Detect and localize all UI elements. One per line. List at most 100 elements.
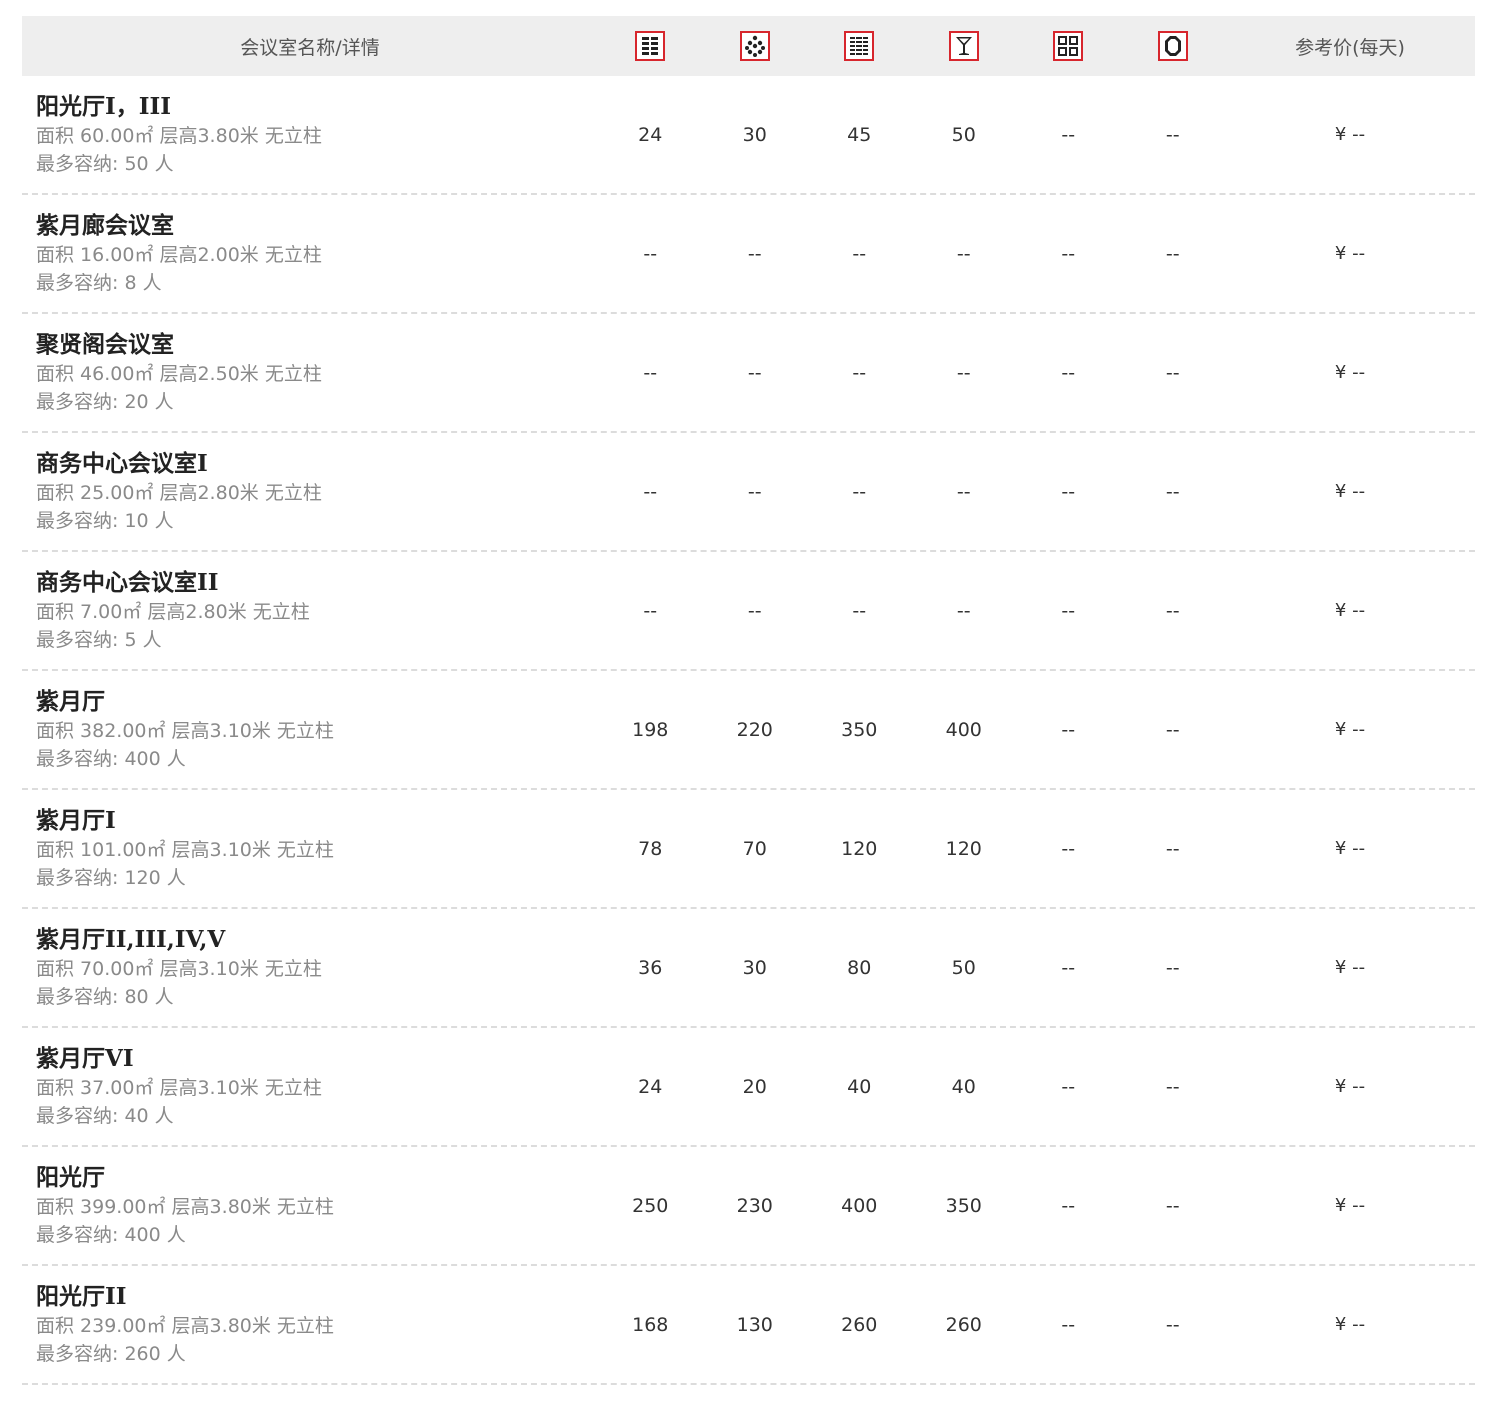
room-capacity: 最多容纳: 120 人	[36, 866, 186, 889]
classroom-capacity: 120	[841, 837, 878, 860]
board-capacity: --	[1061, 361, 1076, 384]
table-row: 紫月厅II,III,IV,V 面积 70.00㎡ 层高3.10米 无立柱 最多容…	[22, 909, 1475, 1028]
room-name[interactable]: 紫月厅II,III,IV,V	[36, 925, 598, 955]
room-info: 商务中心会议室II 面积 7.00㎡ 层高2.80米 无立柱 最多容纳: 5 人	[22, 568, 598, 654]
reference-price: ¥ --	[1334, 124, 1366, 145]
banquet-capacity: 230	[736, 1194, 773, 1217]
room-name[interactable]: 商务中心会议室II	[36, 568, 598, 598]
header-price-label: 参考价(每天)	[1295, 36, 1405, 59]
table-row: 阳光厅II 面积 239.00㎡ 层高3.80米 无立柱 最多容纳: 260 人…	[22, 1266, 1475, 1385]
table-row: 聚贤阁会议室 面积 46.00㎡ 层高2.50米 无立柱 最多容纳: 20 人 …	[22, 314, 1475, 433]
room-info: 阳光厅I，III 面积 60.00㎡ 层高3.80米 无立柱 最多容纳: 50 …	[22, 92, 598, 178]
banquet-capacity: 30	[742, 123, 767, 146]
room-detail: 面积 25.00㎡ 层高2.80米 无立柱	[36, 481, 322, 504]
room-name[interactable]: 聚贤阁会议室	[36, 330, 598, 360]
table-row: 紫月廊会议室 面积 16.00㎡ 层高2.00米 无立柱 最多容纳: 8 人 -…	[22, 195, 1475, 314]
classroom-capacity: 260	[841, 1313, 878, 1336]
header-col-classroom	[807, 31, 912, 61]
header-col-u-shape	[1121, 31, 1226, 61]
classroom-capacity: --	[852, 361, 867, 384]
u-shape-capacity: --	[1165, 599, 1180, 622]
theater-capacity: --	[643, 361, 658, 384]
reference-price: ¥ --	[1334, 719, 1366, 740]
classroom-capacity: --	[852, 480, 867, 503]
u-shape-capacity: --	[1165, 123, 1180, 146]
cocktail-capacity: --	[956, 480, 971, 503]
theater-capacity: --	[643, 242, 658, 265]
classroom-capacity: 40	[847, 1075, 872, 1098]
cocktail-capacity: 120	[945, 837, 982, 860]
room-name[interactable]: 紫月厅I	[36, 806, 598, 836]
cocktail-capacity: 400	[945, 718, 982, 741]
cocktail-capacity: 350	[945, 1194, 982, 1217]
room-detail: 面积 70.00㎡ 层高3.10米 无立柱	[36, 957, 322, 980]
banquet-capacity: --	[747, 480, 762, 503]
reference-price: ¥ --	[1334, 1076, 1366, 1097]
header-col-theater	[598, 31, 703, 61]
classroom-capacity: 400	[841, 1194, 878, 1217]
u-shape-capacity: --	[1165, 361, 1180, 384]
room-name[interactable]: 阳光厅	[36, 1163, 598, 1193]
room-detail: 面积 37.00㎡ 层高3.10米 无立柱	[36, 1076, 322, 1099]
table-row: 商务中心会议室II 面积 7.00㎡ 层高2.80米 无立柱 最多容纳: 5 人…	[22, 552, 1475, 671]
room-detail: 面积 7.00㎡ 层高2.80米 无立柱	[36, 600, 310, 623]
cocktail-capacity: 50	[951, 956, 976, 979]
header-name-label: 会议室名称/详情	[240, 36, 380, 59]
theater-capacity: 24	[638, 123, 663, 146]
room-name[interactable]: 商务中心会议室I	[36, 449, 598, 479]
u-shape-capacity: --	[1165, 1075, 1180, 1098]
board-capacity: --	[1061, 1075, 1076, 1098]
room-info: 紫月厅I 面积 101.00㎡ 层高3.10米 无立柱 最多容纳: 120 人	[22, 806, 598, 892]
reference-price: ¥ --	[1334, 243, 1366, 264]
table-row: 阳光厅 面积 399.00㎡ 层高3.80米 无立柱 最多容纳: 400 人 2…	[22, 1147, 1475, 1266]
room-name[interactable]: 紫月廊会议室	[36, 211, 598, 241]
room-capacity: 最多容纳: 400 人	[36, 1223, 186, 1246]
room-capacity: 最多容纳: 260 人	[36, 1342, 186, 1365]
u-shape-capacity: --	[1165, 1313, 1180, 1336]
table-body: 阳光厅I，III 面积 60.00㎡ 层高3.80米 无立柱 最多容纳: 50 …	[22, 76, 1475, 1385]
table-row: 紫月厅 面积 382.00㎡ 层高3.10米 无立柱 最多容纳: 400 人 1…	[22, 671, 1475, 790]
reference-price: ¥ --	[1334, 481, 1366, 502]
board-capacity: --	[1061, 242, 1076, 265]
banquet-capacity: --	[747, 361, 762, 384]
theater-capacity: 250	[632, 1194, 669, 1217]
table-row: 紫月厅I 面积 101.00㎡ 层高3.10米 无立柱 最多容纳: 120 人 …	[22, 790, 1475, 909]
header-col-banquet	[703, 31, 808, 61]
room-detail: 面积 382.00㎡ 层高3.10米 无立柱	[36, 719, 334, 742]
classroom-capacity: 350	[841, 718, 878, 741]
theater-capacity: --	[643, 599, 658, 622]
room-capacity: 最多容纳: 50 人	[36, 152, 174, 175]
room-name[interactable]: 阳光厅I，III	[36, 92, 598, 122]
room-capacity: 最多容纳: 20 人	[36, 390, 174, 413]
room-info: 紫月廊会议室 面积 16.00㎡ 层高2.00米 无立柱 最多容纳: 8 人	[22, 211, 598, 297]
table-header: 会议室名称/详情 参考价(每天)	[22, 16, 1475, 76]
banquet-capacity: 20	[742, 1075, 767, 1098]
theater-capacity: 24	[638, 1075, 663, 1098]
reference-price: ¥ --	[1334, 1314, 1366, 1335]
room-capacity: 最多容纳: 8 人	[36, 271, 162, 294]
banquet-capacity: 70	[742, 837, 767, 860]
cocktail-layout-icon	[948, 31, 979, 61]
reference-price: ¥ --	[1334, 838, 1366, 859]
banquet-capacity: 130	[736, 1313, 773, 1336]
room-name[interactable]: 阳光厅II	[36, 1282, 598, 1312]
classroom-layout-icon	[844, 31, 875, 61]
theater-capacity: 168	[632, 1313, 669, 1336]
theater-layout-icon	[635, 31, 666, 61]
table-row: 阳光厅I，III 面积 60.00㎡ 层高3.80米 无立柱 最多容纳: 50 …	[22, 76, 1475, 195]
board-capacity: --	[1061, 480, 1076, 503]
room-name[interactable]: 紫月厅VI	[36, 1044, 598, 1074]
u-shape-capacity: --	[1165, 956, 1180, 979]
banquet-capacity: 30	[742, 956, 767, 979]
room-info: 商务中心会议室I 面积 25.00㎡ 层高2.80米 无立柱 最多容纳: 10 …	[22, 449, 598, 535]
cocktail-capacity: --	[956, 361, 971, 384]
header-col-cocktail	[912, 31, 1017, 61]
banquet-layout-icon	[739, 31, 770, 61]
meeting-room-table: 会议室名称/详情 参考价(每天) 阳光厅I，III 面积 60.00㎡ 层高3.…	[22, 16, 1475, 1385]
room-name[interactable]: 紫月厅	[36, 687, 598, 717]
reference-price: ¥ --	[1334, 600, 1366, 621]
board-capacity: --	[1061, 956, 1076, 979]
room-info: 紫月厅II,III,IV,V 面积 70.00㎡ 层高3.10米 无立柱 最多容…	[22, 925, 598, 1011]
banquet-capacity: --	[747, 242, 762, 265]
cocktail-capacity: 260	[945, 1313, 982, 1336]
